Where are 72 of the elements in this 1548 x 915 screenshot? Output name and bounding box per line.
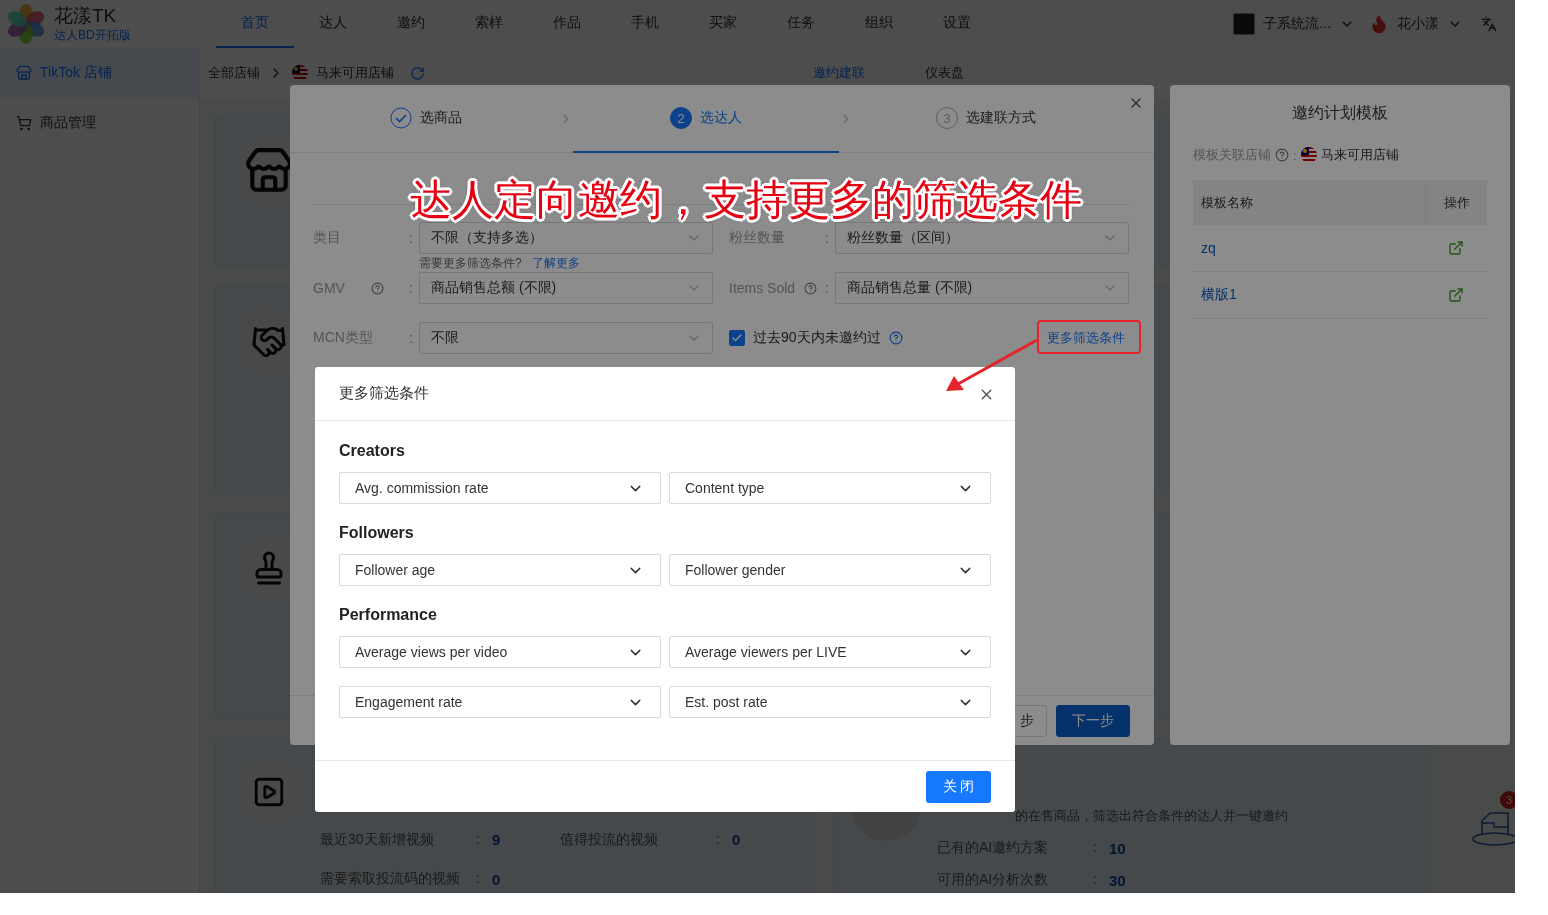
- app-edition: 达人BD开拓版: [54, 26, 131, 44]
- nav-tab[interactable]: 任务: [762, 0, 840, 48]
- nav-tab[interactable]: 邀约: [372, 0, 450, 48]
- section-title: Creators: [339, 441, 406, 461]
- field-label: Items Sold: [729, 280, 796, 296]
- nav-tab[interactable]: 组织: [840, 0, 918, 48]
- more-filters-link[interactable]: 更多筛选条件: [1047, 329, 1129, 347]
- colon-text: :: [825, 280, 829, 296]
- filter-select[interactable]: 不限（支持多选）: [419, 222, 713, 254]
- colon-text: :: [1293, 147, 1297, 163]
- stat-value: 9: [492, 831, 501, 849]
- nav-tab[interactable]: 手机: [606, 0, 684, 48]
- shop-name[interactable]: 马来可用店铺: [316, 64, 394, 82]
- filter-select[interactable]: Content type: [669, 472, 991, 504]
- section-title: Followers: [339, 523, 415, 543]
- colon-text: :: [716, 830, 720, 849]
- filter-select[interactable]: Est. post rate: [669, 686, 991, 718]
- user-name[interactable]: 花小漾: [1397, 15, 1439, 33]
- wizard-step[interactable]: 2 选达人: [573, 85, 839, 153]
- column-header: 操作: [1425, 180, 1487, 225]
- field-label: MCN类型: [313, 329, 373, 347]
- dialog-title: 更多筛选条件: [339, 384, 429, 403]
- colon-text: :: [1093, 871, 1097, 889]
- section-title: Performance: [339, 605, 438, 625]
- column-header: 模板名称: [1200, 193, 1254, 212]
- stat-value: 0: [492, 870, 501, 888]
- annotation-text: 达人定向邀约，支持更多的筛选条件: [410, 179, 1082, 221]
- filter-select[interactable]: Engagement rate: [339, 686, 661, 718]
- filter-select[interactable]: Follower gender: [669, 554, 991, 586]
- learn-more-link[interactable]: 了解更多: [531, 254, 580, 272]
- app-name: 花漾TK: [54, 4, 118, 27]
- colon-text: :: [1093, 839, 1097, 857]
- stat-value: 0: [732, 831, 741, 849]
- hint-text: 需要更多筛选条件?: [419, 254, 522, 272]
- nav-tab[interactable]: 设置: [918, 0, 996, 48]
- filter-select[interactable]: Average views per video: [339, 636, 661, 668]
- colon-text: :: [476, 870, 480, 889]
- next-button[interactable]: 下一步: [1056, 704, 1130, 737]
- filter-select[interactable]: Follower age: [339, 554, 661, 586]
- step-number: 2: [670, 107, 692, 129]
- close-dialog-button[interactable]: 关 闭: [926, 770, 991, 803]
- nav-tab[interactable]: 买家: [684, 0, 762, 48]
- checkbox-label: 过去90天内未邀约过: [753, 329, 881, 347]
- filter-select[interactable]: Average viewers per LIVE: [669, 636, 991, 668]
- page-tab[interactable]: 邀约建联: [813, 64, 925, 82]
- notification-badge: 3: [1500, 791, 1515, 809]
- filter-select[interactable]: 商品销售总额 (不限): [419, 272, 713, 304]
- filter-select[interactable]: 商品销售总量 (不限): [835, 272, 1129, 304]
- nav-tab[interactable]: 索样: [450, 0, 528, 48]
- colon-text: :: [409, 280, 413, 296]
- nav-tab[interactable]: 作品: [528, 0, 606, 48]
- filter-select[interactable]: 粉丝数量（区间）: [835, 222, 1129, 254]
- colon-text: :: [409, 330, 413, 346]
- field-label: GMV: [313, 280, 345, 296]
- wizard-step[interactable]: 选商品: [293, 85, 559, 153]
- account-name[interactable]: 子系统流...: [1263, 15, 1331, 33]
- template-link[interactable]: 横版1: [1193, 286, 1425, 304]
- template-link[interactable]: zq: [1193, 240, 1425, 256]
- colon-text: :: [476, 830, 480, 849]
- colon-text: :: [409, 230, 413, 246]
- colon-text: :: [825, 230, 829, 246]
- sidebar-item[interactable]: TikTok 店铺: [0, 48, 199, 98]
- stat-value: 30: [1109, 871, 1126, 889]
- panel-title: 邀约计划模板: [1291, 103, 1389, 123]
- filter-select[interactable]: 不限: [419, 322, 713, 354]
- sidebar-item[interactable]: 商品管理: [0, 98, 199, 148]
- breadcrumb-link[interactable]: 全部店铺: [208, 64, 260, 82]
- page-tab[interactable]: 仪表盘: [925, 64, 1037, 82]
- stat-value: 10: [1109, 839, 1126, 857]
- nav-tab[interactable]: 达人: [294, 0, 372, 48]
- filter-select[interactable]: Avg. commission rate: [339, 472, 661, 504]
- store-name: 马来可用店铺: [1320, 146, 1399, 164]
